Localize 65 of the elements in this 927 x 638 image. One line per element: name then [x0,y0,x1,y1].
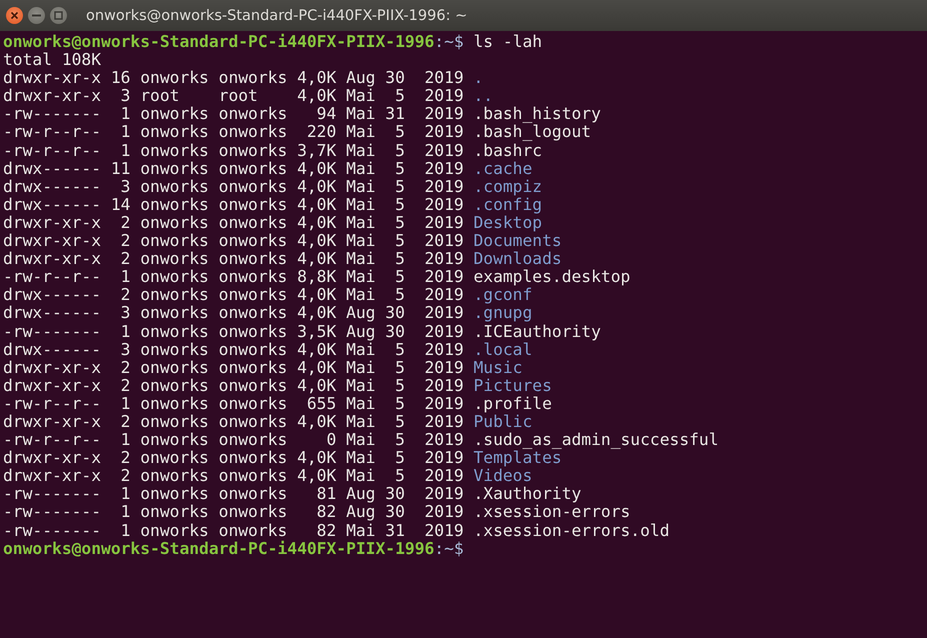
file-metadata: drwxr-xr-x 2 onworks onworks 4,0K Mai 5 2019 [3,449,464,468]
prompt-user-host: onworks@onworks-Standard-PC-i440FX-PIIX-1996 [3,540,434,558]
file-metadata: -rw-r--r-- 1 onworks onworks 655 Mai 5 2019 [3,394,464,413]
file-metadata: -rw------- 1 onworks onworks 3,5K Aug 30 2019 [3,322,464,341]
minimize-button[interactable] [28,7,45,24]
file-metadata: -rw------- 1 onworks onworks 94 Mai 31 2019 [3,105,464,124]
file-name: .sudo_as_admin_successful [473,431,719,450]
directory-name: Pictures [473,376,552,395]
output-text: total 108K [3,51,102,70]
directory-name: Desktop [473,214,542,232]
command-text: ls -lah [473,33,542,52]
file-name: .ICEauthority [473,322,601,341]
directory-name: Music [473,358,522,377]
close-icon [10,11,19,20]
file-metadata: -rw-r--r-- 1 onworks onworks 8,8K Mai 5 2019 [3,268,464,286]
minimize-icon [32,14,41,17]
file-metadata: drwxr-xr-x 2 onworks onworks 4,0K Mai 5 2019 [3,376,464,395]
directory-name: .gconf [473,286,532,304]
file-metadata: -rw------- 1 onworks onworks 82 Aug 30 2019 [3,503,464,522]
prompt-user-host: onworks@onworks-Standard-PC-i440FX-PIIX-1996 [3,33,434,52]
directory-name: .compiz [473,178,542,196]
directory-name: . [473,69,484,88]
directory-name: Public [473,412,532,432]
directory-name: .gnupg [473,304,532,322]
file-metadata: -rw-r--r-- 1 onworks onworks 3,7K Mai 5 2019 [3,142,464,160]
file-metadata: drwx------ 2 onworks onworks 4,0K Mai 5 2019 [3,286,464,304]
prompt-path: :~$ [434,33,464,52]
directory-name: .cache [473,160,532,178]
file-metadata: drwxr-xr-x 16 onworks onworks 4,0K Aug 30 2019 [3,69,464,88]
close-button[interactable] [6,7,23,24]
file-metadata: -rw-r--r-- 1 onworks onworks 0 Mai 5 2019 [3,431,464,450]
file-name: .bash_logout [473,123,592,142]
prompt-path: :~$ [434,540,464,558]
file-name: .xsession-errors.old [473,522,670,540]
directory-name: .config [473,196,542,214]
file-metadata: -rw------- 1 onworks onworks 82 Mai 31 2019 [3,522,464,540]
file-metadata: drwx------ 3 onworks onworks 4,0K Aug 30 2019 [3,304,464,322]
file-metadata: drwxr-xr-x 2 onworks onworks 4,0K Mai 5 2019 [3,214,464,232]
file-metadata: drwxr-xr-x 2 onworks onworks 4,0K Mai 5 2019 [3,467,464,486]
file-metadata: drwx------ 3 onworks onworks 4,0K Mai 5 2019 [3,178,464,196]
window-title: onworks@onworks-Standard-PC-i440FX-PIIX-1996: ~ [86,8,468,24]
directory-name: Videos [473,467,532,486]
file-name: examples.desktop [473,268,630,286]
directory-name: Downloads [473,250,562,268]
file-name: .bash_history [473,105,601,124]
file-metadata: -rw------- 1 onworks onworks 81 Aug 30 2019 [3,485,464,504]
file-metadata: drwxr-xr-x 2 onworks onworks 4,0K Mai 5 2019 [3,232,464,250]
directory-name: Documents [473,232,562,250]
file-name: .profile [473,394,552,413]
file-metadata: drwxr-xr-x 3 root root 4,0K Mai 5 2019 [3,87,464,106]
file-metadata: drwxr-xr-x 2 onworks onworks 4,0K Mai 5 2019 [3,250,464,268]
file-name: .xsession-errors [473,503,630,522]
file-metadata: -rw-r--r-- 1 onworks onworks 220 Mai 5 2019 [3,123,464,142]
file-name: .Xauthority [473,485,582,504]
file-metadata: drwx------ 3 onworks onworks 4,0K Mai 5 2019 [3,340,464,359]
file-metadata: drwx------ 11 onworks onworks 4,0K Mai 5 2019 [3,160,464,178]
file-metadata: drwxr-xr-x 2 onworks onworks 4,0K Mai 5 2019 [3,412,464,432]
file-metadata: drwxr-xr-x 2 onworks onworks 4,0K Mai 5 2019 [3,358,464,377]
file-name: .bashrc [473,142,542,160]
directory-name: Templates [473,449,562,468]
file-metadata: drwx------ 14 onworks onworks 4,0K Mai 5 2019 [3,196,464,214]
maximize-button[interactable] [50,7,67,24]
directory-name: .local [473,340,532,359]
maximize-icon [54,11,63,20]
directory-name: .. [473,87,494,106]
